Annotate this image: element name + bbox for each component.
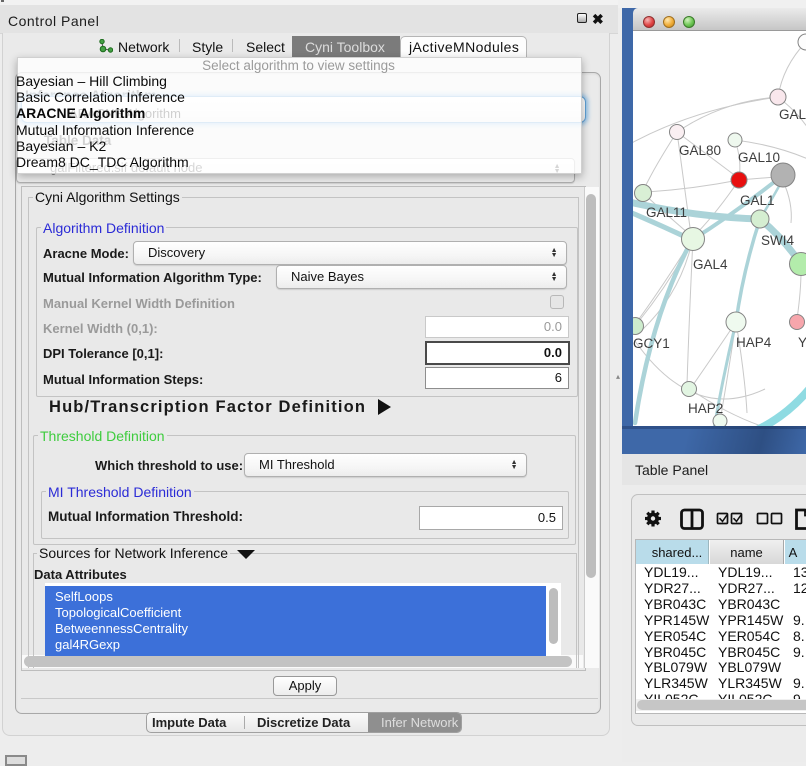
svg-text:GCY1: GCY1 — [633, 336, 670, 351]
svg-text:GAL: GAL — [779, 107, 806, 122]
svg-text:GAL10: GAL10 — [738, 150, 780, 165]
svg-text:GAL1: GAL1 — [740, 193, 775, 208]
svg-text:HAP2: HAP2 — [688, 401, 723, 416]
svg-text:GAL11: GAL11 — [646, 205, 687, 220]
svg-text:SWI4: SWI4 — [761, 233, 794, 248]
svg-text:GAL4: GAL4 — [693, 257, 728, 272]
svg-text:HAP4: HAP4 — [736, 335, 772, 350]
svg-text:GAL80: GAL80 — [679, 143, 721, 158]
svg-text:Y: Y — [798, 335, 806, 350]
